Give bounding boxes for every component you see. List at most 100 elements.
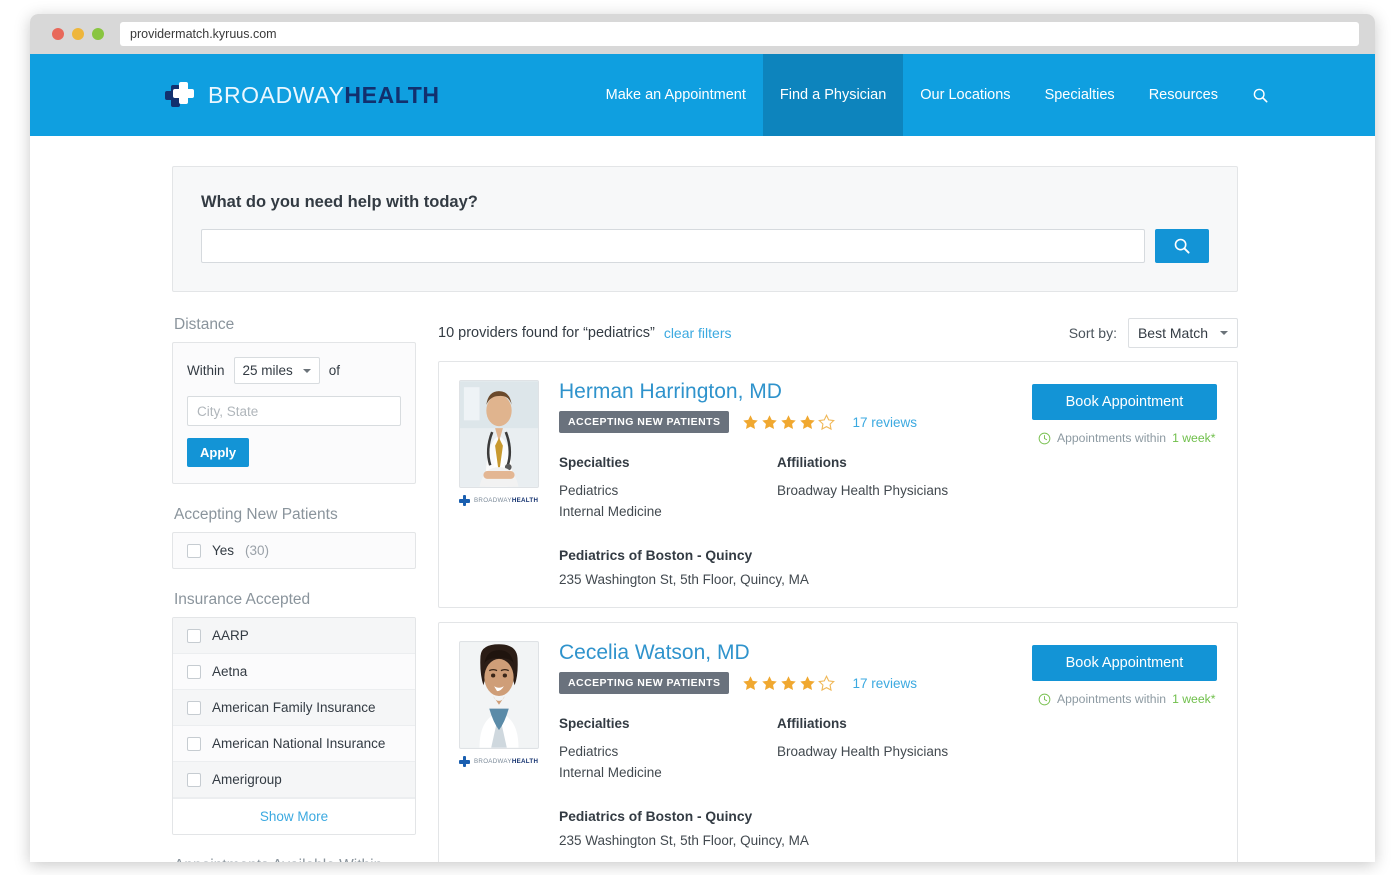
provider-reviews-link[interactable]: 17 reviews <box>852 676 917 691</box>
provider-details: Specialties Pediatrics Internal Medicine… <box>559 716 1014 783</box>
book-appointment-button[interactable]: Book Appointment <box>1032 384 1217 420</box>
star-empty-icon <box>818 675 835 692</box>
facet-option-label: Amerigroup <box>212 772 282 787</box>
browser-titlebar: providermatch.kyruus.com <box>30 14 1375 54</box>
provider-name-link[interactable]: Cecelia Watson, MD <box>559 641 1014 664</box>
address-bar[interactable]: providermatch.kyruus.com <box>120 22 1359 46</box>
provider-actions: Book Appointment Appointments within 1 w… <box>1032 380 1217 587</box>
nav-find-a-physician[interactable]: Find a Physician <box>763 54 903 136</box>
checkbox-icon[interactable] <box>187 629 201 643</box>
nav-search-button[interactable] <box>1235 54 1282 136</box>
facet-option-american-family-insurance[interactable]: American Family Insurance <box>173 690 415 726</box>
page-viewport: BROADWAYHEALTH Make an Appointment Find … <box>30 54 1375 862</box>
checkbox-icon[interactable] <box>187 737 201 751</box>
specialty-item: Internal Medicine <box>559 763 777 784</box>
provider-card[interactable]: BROADWAYHEALTH Herman Harrington, MD ACC… <box>438 361 1238 608</box>
checkbox-icon[interactable] <box>187 544 201 558</box>
provider-actions: Book Appointment Appointments within 1 w… <box>1032 641 1217 848</box>
provider-info: Herman Harrington, MD ACCEPTING NEW PATI… <box>559 380 1014 587</box>
star-filled-icon <box>799 675 816 692</box>
brand-wordmark: BROADWAYHEALTH <box>208 84 440 107</box>
close-window-button[interactable] <box>52 28 64 40</box>
facet-option-amerigroup[interactable]: Amerigroup <box>173 762 415 798</box>
search-icon <box>1253 88 1268 103</box>
facet-option-label: Aetna <box>212 664 247 679</box>
within-label: Within <box>187 363 225 378</box>
site-header: BROADWAYHEALTH Make an Appointment Find … <box>30 54 1375 136</box>
male-doctor-photo <box>460 381 538 487</box>
availability-text: Appointments within <box>1057 431 1166 445</box>
provider-info: Cecelia Watson, MD ACCEPTING NEW PATIENT… <box>559 641 1014 848</box>
content-area: Distance Within 25 miles of Apply <box>172 316 1238 862</box>
checkbox-icon[interactable] <box>187 665 201 679</box>
specialties-block: Specialties Pediatrics Internal Medicine <box>559 455 777 522</box>
nav-our-locations[interactable]: Our Locations <box>903 54 1027 136</box>
star-filled-icon <box>761 675 778 692</box>
maximize-window-button[interactable] <box>92 28 104 40</box>
site-logo[interactable]: BROADWAYHEALTH <box>30 54 440 136</box>
facet-option-label: American Family Insurance <box>212 700 376 715</box>
distance-radius-select[interactable]: 25 miles <box>234 357 320 384</box>
search-submit-button[interactable] <box>1155 229 1209 263</box>
availability-highlight: 1 week* <box>1172 431 1215 445</box>
specialties-block: Specialties Pediatrics Internal Medicine <box>559 716 777 783</box>
provider-card[interactable]: BROADWAYHEALTH Cecelia Watson, MD ACCEPT… <box>438 622 1238 862</box>
affiliations-label: Affiliations <box>777 455 1014 470</box>
affiliations-value: Broadway Health Physicians <box>777 742 1014 763</box>
facet-option-accepting-yes[interactable]: Yes (30) <box>173 533 415 568</box>
insurance-show-more-link[interactable]: Show More <box>173 798 415 834</box>
star-filled-icon <box>761 414 778 431</box>
availability-note: Appointments within 1 week* <box>1032 431 1217 445</box>
distance-within-row: Within 25 miles of <box>187 357 401 384</box>
female-doctor-photo <box>460 642 538 748</box>
facet-option-label: Yes <box>212 543 234 558</box>
city-state-input[interactable] <box>187 396 401 426</box>
facet-option-aarp[interactable]: AARP <box>173 618 415 654</box>
mini-logo-text: BROADWAYHEALTH <box>474 758 538 765</box>
search-input[interactable] <box>201 229 1145 263</box>
search-icon <box>1174 238 1190 254</box>
apply-distance-button[interactable]: Apply <box>187 438 249 467</box>
mini-logo-text: BROADWAYHEALTH <box>474 497 538 504</box>
facet-title-accepting-new-patients: Accepting New Patients <box>174 506 416 524</box>
specialties-value: Pediatrics Internal Medicine <box>559 742 777 783</box>
checkbox-icon[interactable] <box>187 773 201 787</box>
specialty-item: Internal Medicine <box>559 502 777 523</box>
facet-option-american-national-insurance[interactable]: American National Insurance <box>173 726 415 762</box>
checkbox-icon[interactable] <box>187 701 201 715</box>
facet-title-insurance: Insurance Accepted <box>174 591 416 609</box>
location-address: 235 Washington St, 5th Floor, Quincy, MA <box>559 833 1014 848</box>
facet-option-aetna[interactable]: Aetna <box>173 654 415 690</box>
affiliations-label: Affiliations <box>777 716 1014 731</box>
minimize-window-button[interactable] <box>72 28 84 40</box>
provider-affiliation-logo: BROADWAYHEALTH <box>459 756 541 767</box>
affiliations-block: Affiliations Broadway Health Physicians <box>777 716 1014 783</box>
sort-by-select[interactable]: Best Match <box>1128 318 1238 348</box>
specialties-label: Specialties <box>559 455 777 470</box>
specialties-label: Specialties <box>559 716 777 731</box>
provider-reviews-link[interactable]: 17 reviews <box>852 415 917 430</box>
filters-sidebar: Distance Within 25 miles of Apply <box>172 316 416 862</box>
nav-resources[interactable]: Resources <box>1132 54 1235 136</box>
facet-option-count: (30) <box>245 543 269 558</box>
insurance-filter: AARP Aetna American Family Insurance <box>172 617 416 835</box>
provider-affiliation-logo: BROADWAYHEALTH <box>459 495 541 506</box>
search-row <box>201 229 1209 263</box>
specialties-value: Pediatrics Internal Medicine <box>559 481 777 522</box>
affiliations-value: Broadway Health Physicians <box>777 481 1014 502</box>
provider-name-link[interactable]: Herman Harrington, MD <box>559 380 1014 403</box>
browser-window: providermatch.kyruus.com BROADWAYHEALTH … <box>30 14 1375 862</box>
facet-title-distance: Distance <box>174 316 416 334</box>
nav-make-an-appointment[interactable]: Make an Appointment <box>589 54 763 136</box>
clear-filters-link[interactable]: clear filters <box>664 325 732 341</box>
specialty-item: Pediatrics <box>559 481 777 502</box>
clock-icon <box>1038 693 1051 706</box>
provider-location: Pediatrics of Boston - Quincy 235 Washin… <box>559 809 1014 848</box>
location-address: 235 Washington St, 5th Floor, Quincy, MA <box>559 572 1014 587</box>
sort-control: Sort by: Best Match <box>1069 318 1238 348</box>
nav-specialties[interactable]: Specialties <box>1028 54 1132 136</box>
book-appointment-button[interactable]: Book Appointment <box>1032 645 1217 681</box>
affiliations-block: Affiliations Broadway Health Physicians <box>777 455 1014 522</box>
page-body: What do you need help with today? Distan… <box>30 166 1375 862</box>
availability-note: Appointments within 1 week* <box>1032 692 1217 706</box>
